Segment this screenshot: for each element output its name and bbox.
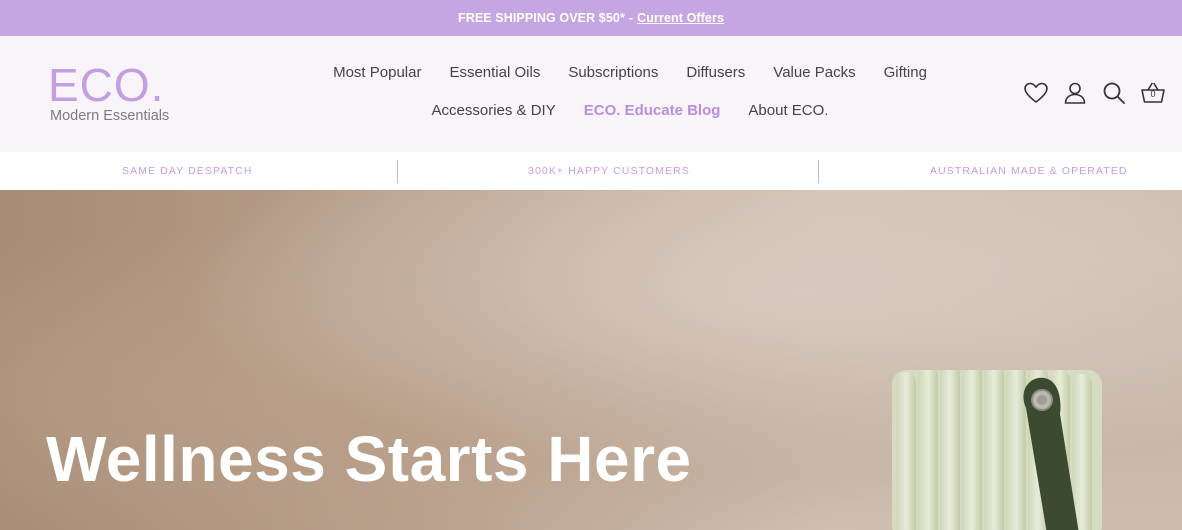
site-header: ECO. Modern Essentials Most Popular Esse…	[0, 36, 1182, 152]
hero-title: Wellness Starts Here	[46, 423, 692, 495]
nav-educate-blog[interactable]: ECO. Educate Blog	[584, 102, 721, 119]
nav-row-secondary: Accessories & DIY ECO. Educate Blog Abou…	[290, 102, 970, 119]
usp-divider	[818, 160, 819, 183]
nav-accessories-diy[interactable]: Accessories & DIY	[432, 102, 556, 119]
usp-happy-customers: 300K+ HAPPY CUSTOMERS	[528, 165, 690, 177]
current-offers-link[interactable]: Current Offers	[637, 11, 724, 25]
usp-divider	[397, 160, 398, 183]
search-icon[interactable]	[1101, 80, 1127, 106]
nav-most-popular[interactable]: Most Popular	[333, 64, 421, 81]
heart-icon[interactable]	[1023, 80, 1049, 106]
nav-essential-oils[interactable]: Essential Oils	[449, 64, 540, 81]
announcement-separator: -	[628, 11, 634, 25]
diffuser-product-image	[892, 370, 1102, 530]
header-icons: 0	[1023, 80, 1166, 106]
usp-same-day-despatch: SAME DAY DESPATCH	[122, 165, 253, 177]
basket-icon[interactable]: 0	[1140, 80, 1166, 106]
nav-about[interactable]: About ECO.	[748, 102, 828, 119]
nav-subscriptions[interactable]: Subscriptions	[568, 64, 658, 81]
nav-value-packs[interactable]: Value Packs	[773, 64, 855, 81]
main-nav: Most Popular Essential Oils Subscription…	[290, 36, 970, 152]
nav-gifting[interactable]: Gifting	[884, 64, 927, 81]
logo-mark: ECO.	[48, 59, 165, 111]
logo[interactable]: ECO. Modern Essentials	[48, 62, 188, 132]
announcement-text: FREE SHIPPING OVER $50*	[457, 11, 625, 25]
hero-banner: Wellness Starts Here	[0, 190, 1182, 530]
nav-diffusers[interactable]: Diffusers	[686, 64, 745, 81]
user-icon[interactable]	[1062, 80, 1088, 106]
usp-australian-made: AUSTRALIAN MADE & OPERATED	[930, 165, 1128, 177]
cart-count: 0	[1150, 89, 1156, 99]
logo-tagline: Modern Essentials	[50, 108, 170, 124]
usp-bar: SAME DAY DESPATCH 300K+ HAPPY CUSTOMERS …	[0, 152, 1182, 190]
nav-row-primary: Most Popular Essential Oils Subscription…	[290, 64, 970, 81]
announcement-bar: FREE SHIPPING OVER $50* - Current Offers	[0, 0, 1182, 36]
